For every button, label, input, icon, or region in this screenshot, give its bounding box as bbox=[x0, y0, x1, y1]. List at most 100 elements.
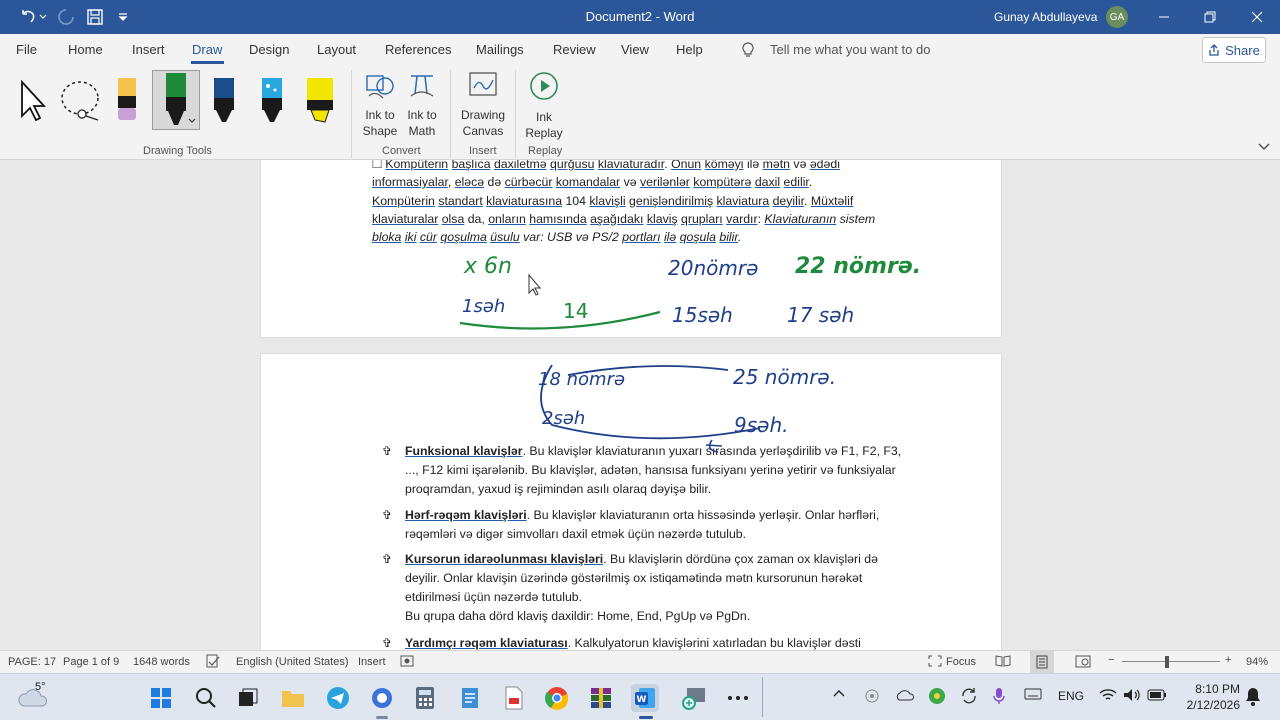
ink-replay-button[interactable]: Ink Replay bbox=[522, 70, 566, 141]
collapse-ribbon-button[interactable] bbox=[1258, 138, 1270, 156]
tab-file[interactable]: File bbox=[16, 42, 37, 57]
insert-mode[interactable]: Insert bbox=[358, 656, 386, 668]
browser-button[interactable] bbox=[368, 684, 396, 712]
highlighter-tool[interactable] bbox=[300, 70, 340, 130]
select-tool[interactable] bbox=[12, 70, 52, 130]
print-layout-icon[interactable] bbox=[1030, 651, 1054, 673]
ellipsis-icon bbox=[728, 696, 748, 700]
taskbar-search-button[interactable] bbox=[192, 684, 220, 712]
group-separator bbox=[351, 70, 352, 158]
selected-pen[interactable] bbox=[152, 70, 200, 130]
lasso-tool[interactable] bbox=[58, 70, 104, 130]
mouse-cursor bbox=[528, 273, 542, 296]
word-count[interactable]: 1648 words bbox=[133, 656, 190, 668]
calculator-button[interactable] bbox=[411, 684, 439, 712]
chrome-icon bbox=[545, 687, 569, 710]
document-area[interactable]: 🞎 Kompüterin başlıca daxiletmə qurğusu k… bbox=[0, 160, 1280, 650]
select-arrow-icon bbox=[21, 79, 47, 122]
pencil-icon bbox=[118, 78, 136, 120]
user-name[interactable]: Gunay Abdullayeva bbox=[994, 10, 1097, 24]
minimize-icon bbox=[1159, 16, 1169, 18]
more-apps-button[interactable] bbox=[724, 684, 752, 712]
notification-icon[interactable] bbox=[1245, 686, 1261, 706]
restore-button[interactable] bbox=[1187, 0, 1233, 34]
zoom-slider-thumb[interactable] bbox=[1165, 656, 1169, 668]
keyboard-icon[interactable] bbox=[1024, 688, 1042, 700]
word-icon: W bbox=[635, 688, 655, 708]
share-button[interactable]: Share bbox=[1202, 37, 1266, 63]
zoom-level[interactable]: 94% bbox=[1246, 656, 1268, 668]
notepad-button[interactable] bbox=[456, 684, 484, 712]
tab-insert[interactable]: Insert bbox=[132, 42, 165, 57]
onedrive-icon[interactable] bbox=[896, 688, 914, 702]
group-label-convert: Convert bbox=[382, 145, 421, 157]
tab-home[interactable]: Home bbox=[68, 42, 103, 57]
page-count[interactable]: Page 1 of 9 bbox=[63, 656, 119, 668]
screen-sketch-button[interactable] bbox=[680, 684, 708, 712]
ink-text: 14 bbox=[563, 299, 588, 323]
web-layout-icon[interactable] bbox=[1075, 655, 1091, 671]
zoom-in-button[interactable]: + bbox=[1225, 654, 1231, 666]
sync-icon[interactable] bbox=[960, 687, 978, 705]
pdf-reader-button[interactable] bbox=[500, 684, 528, 712]
tab-layout[interactable]: Layout bbox=[317, 42, 356, 57]
telegram-button[interactable] bbox=[324, 684, 352, 712]
tray-app-icon[interactable] bbox=[864, 687, 880, 705]
document-icon bbox=[505, 686, 523, 710]
tab-view[interactable]: View bbox=[621, 42, 649, 57]
group-label-drawing-tools: Drawing Tools bbox=[143, 145, 212, 157]
tray-app-icon[interactable] bbox=[928, 687, 946, 705]
file-explorer-button[interactable] bbox=[279, 684, 307, 712]
wifi-icon[interactable] bbox=[1099, 688, 1117, 702]
lightbulb-icon[interactable] bbox=[740, 41, 756, 64]
pen-icon bbox=[262, 78, 282, 122]
input-language[interactable]: ENG bbox=[1058, 689, 1084, 703]
ink-to-shape-button[interactable]: Ink to Shape bbox=[358, 70, 402, 139]
lasso-icon bbox=[61, 81, 99, 121]
language[interactable]: English (United States) bbox=[236, 656, 349, 668]
group-label-insert: Insert bbox=[469, 145, 497, 157]
tell-me-search[interactable]: Tell me what you want to do bbox=[770, 42, 930, 57]
tab-review[interactable]: Review bbox=[553, 42, 596, 57]
pen-galaxy-tool[interactable] bbox=[254, 70, 290, 130]
read-mode-icon[interactable] bbox=[995, 655, 1011, 670]
minimize-button[interactable] bbox=[1141, 0, 1187, 34]
proofing-icon[interactable] bbox=[206, 654, 220, 671]
ink-text: 1səh bbox=[462, 296, 505, 317]
volume-icon[interactable] bbox=[1123, 688, 1141, 702]
ink-text: 22 nömrə. bbox=[795, 254, 921, 279]
ink-text: 25 nömrə. bbox=[733, 365, 836, 389]
show-hidden-icons-button[interactable] bbox=[833, 689, 845, 697]
battery-icon[interactable] bbox=[1147, 689, 1167, 701]
tab-design[interactable]: Design bbox=[249, 42, 289, 57]
task-view-icon bbox=[239, 688, 258, 706]
focus-mode-button[interactable]: Focus bbox=[946, 656, 976, 668]
focus-icon[interactable] bbox=[928, 655, 942, 670]
start-button[interactable] bbox=[147, 684, 175, 712]
winrar-button[interactable] bbox=[587, 684, 615, 712]
close-button[interactable] bbox=[1234, 0, 1280, 34]
ink-to-math-button[interactable]: Ink to Math bbox=[400, 70, 444, 139]
word-button[interactable]: W bbox=[631, 684, 659, 712]
tab-draw[interactable]: Draw bbox=[192, 42, 222, 57]
page-number[interactable]: PAGE: 17 bbox=[8, 656, 56, 668]
task-view-button[interactable] bbox=[234, 684, 262, 712]
tab-mailings[interactable]: Mailings bbox=[476, 42, 524, 57]
ink-annotations[interactable]: x 6n 20nömrə 22 nömrə. 1səh 14 15səh 17 … bbox=[0, 160, 1280, 650]
pencil-tool[interactable] bbox=[110, 70, 144, 130]
avatar[interactable]: GA bbox=[1106, 6, 1128, 28]
microphone-icon[interactable] bbox=[993, 687, 1005, 705]
archive-icon bbox=[591, 688, 611, 708]
ink-replay-icon bbox=[530, 72, 558, 100]
tab-references[interactable]: References bbox=[385, 42, 451, 57]
zoom-out-button[interactable]: − bbox=[1108, 654, 1114, 666]
ink-text: 20nömrə bbox=[668, 256, 758, 280]
clock[interactable]: 8:10 PM 2/12/2026 bbox=[1180, 681, 1240, 713]
macro-record-icon[interactable] bbox=[400, 655, 414, 670]
zoom-slider[interactable] bbox=[1122, 661, 1220, 662]
drawing-canvas-button[interactable]: Drawing Canvas bbox=[458, 70, 508, 139]
pen-blue-tool[interactable] bbox=[206, 70, 242, 130]
chrome-button[interactable] bbox=[543, 684, 571, 712]
tab-help[interactable]: Help bbox=[676, 42, 703, 57]
taskbar: 5° W ENG 8:10 PM 2/12/2026 bbox=[0, 673, 1280, 720]
